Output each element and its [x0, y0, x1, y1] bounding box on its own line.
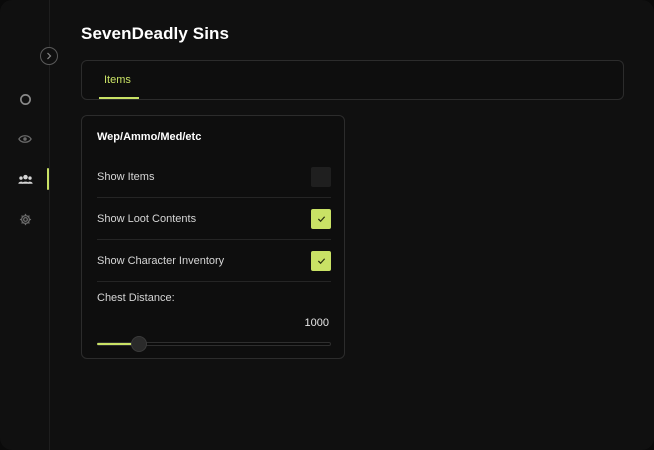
slider-thumb[interactable] [131, 336, 147, 352]
sidebar [0, 0, 50, 450]
circle-icon[interactable] [17, 91, 33, 107]
show-character-inventory-checkbox[interactable] [311, 250, 331, 271]
tab-bar: Items [81, 60, 624, 100]
tab-active-underline [99, 97, 139, 99]
tab-items[interactable]: Items [100, 61, 135, 99]
chest-distance-slider[interactable] [97, 334, 331, 354]
users-icon[interactable] [17, 171, 33, 187]
app-title: SevenDeadly Sins [81, 24, 230, 43]
option-row-show-loot-contents: Show Loot Contents [97, 198, 331, 240]
show-loot-contents-checkbox[interactable] [311, 208, 331, 229]
panel-title: Wep/Ammo/Med/etc [97, 131, 202, 143]
sidebar-active-indicator [47, 168, 49, 190]
items-panel: Wep/Ammo/Med/etc Show Items Show Loot Co… [81, 115, 345, 359]
chevron-right-icon[interactable] [40, 47, 58, 65]
chest-distance-label: Chest Distance: [97, 292, 175, 304]
gear-icon[interactable] [17, 211, 33, 227]
eye-icon[interactable] [17, 131, 33, 147]
check-icon [317, 257, 325, 264]
option-label: Show Loot Contents [97, 212, 197, 225]
option-label: Show Character Inventory [97, 254, 225, 267]
option-row-show-character-inventory: Show Character Inventory [97, 240, 331, 282]
check-icon [317, 215, 325, 222]
show-items-checkbox[interactable] [311, 166, 331, 187]
app-window: SevenDeadly Sins Items Wep/Ammo/Med/etc … [0, 0, 654, 450]
chest-distance-value: 1000 [304, 317, 329, 329]
option-label: Show Items [97, 170, 155, 183]
option-row-show-items: Show Items [97, 156, 331, 198]
